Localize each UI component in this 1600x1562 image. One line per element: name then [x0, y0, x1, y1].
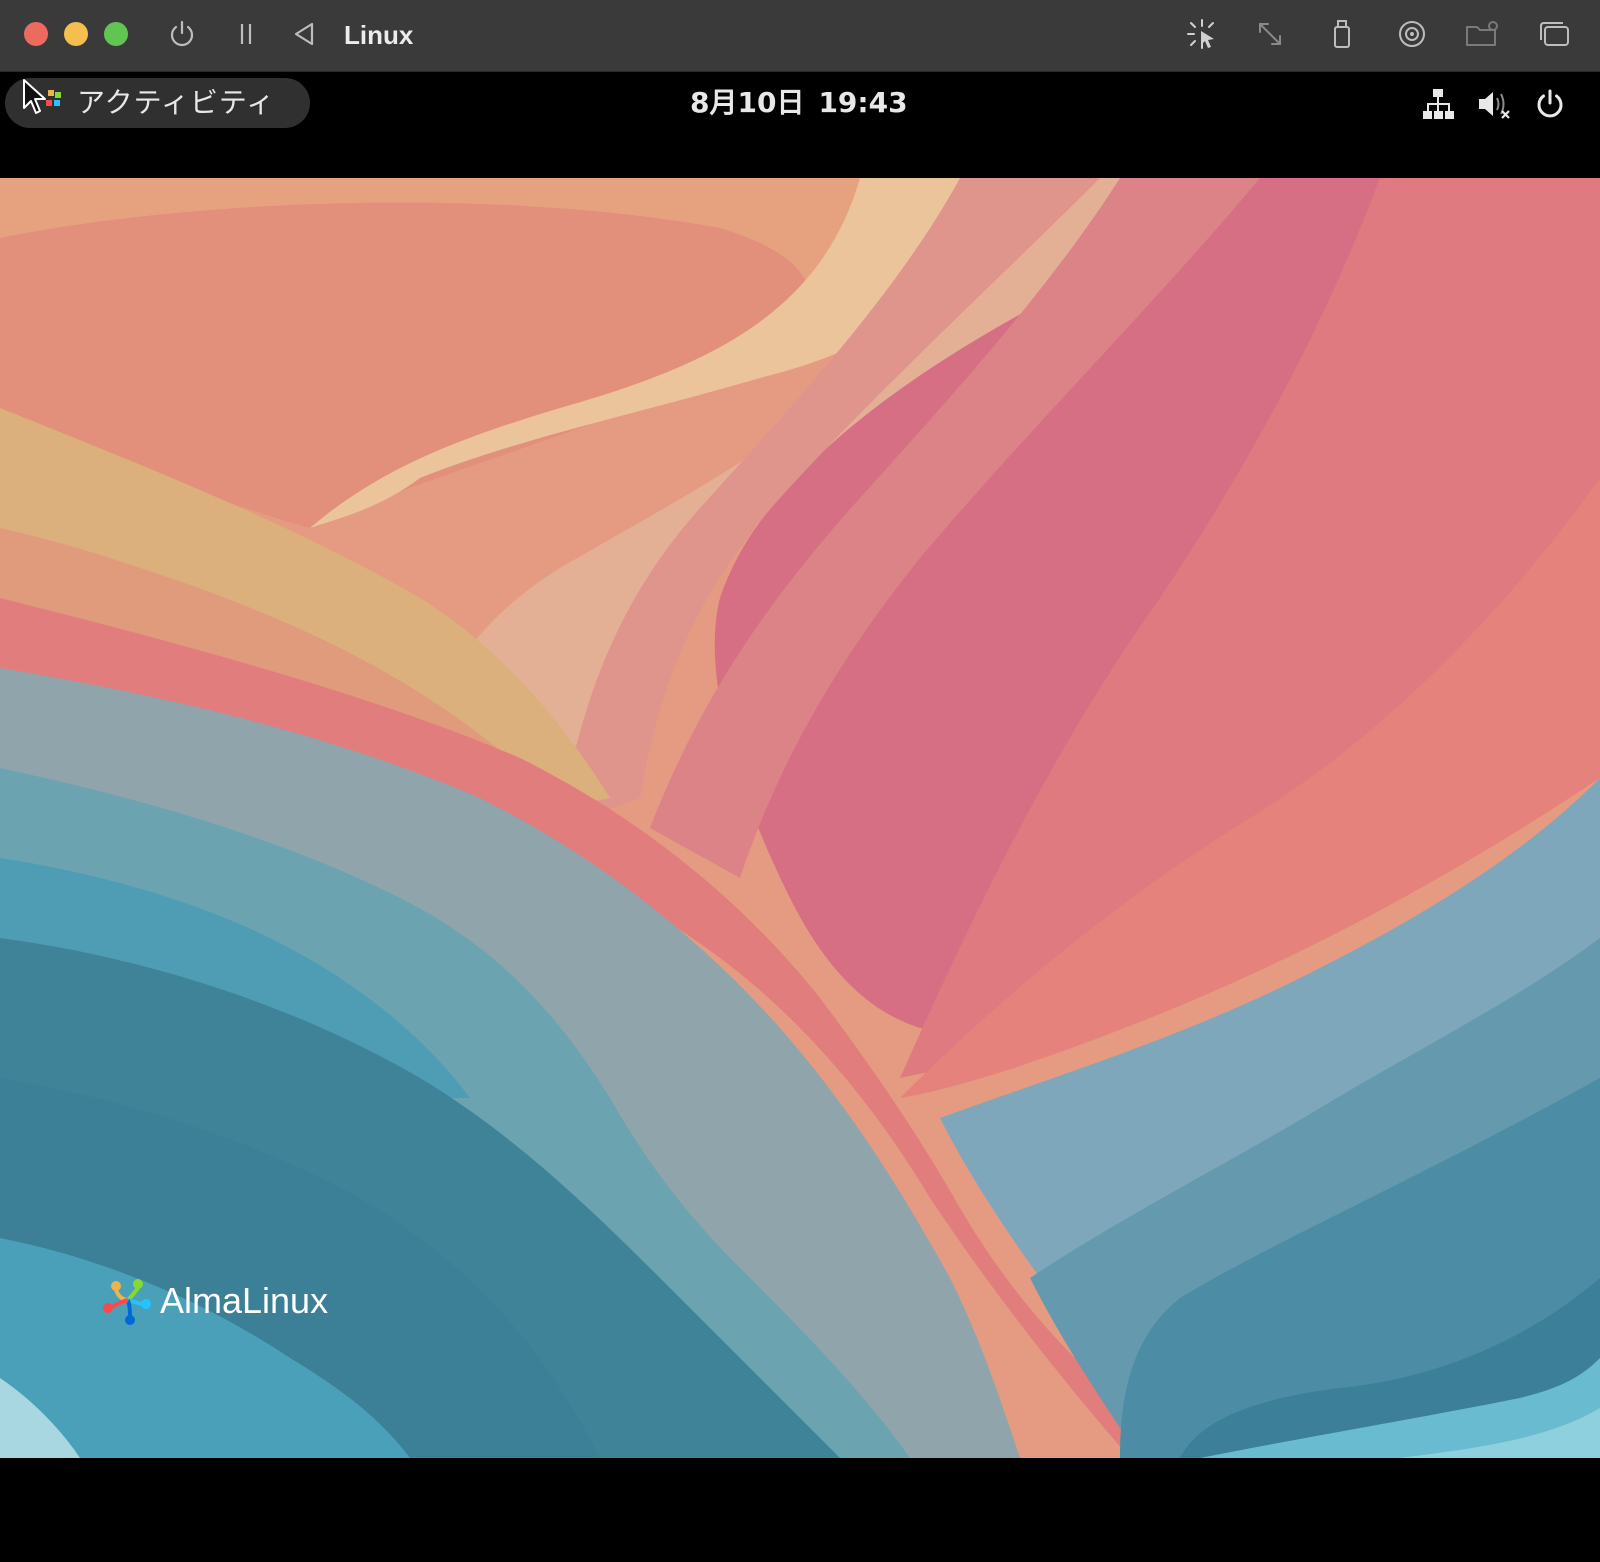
- back-icon[interactable]: [286, 16, 322, 52]
- system-power-icon[interactable]: [1530, 84, 1570, 124]
- minimize-window-button[interactable]: [64, 22, 88, 46]
- capture-pointer-icon[interactable]: [1184, 16, 1220, 52]
- clock-button[interactable]: 8月10日 19:43: [690, 82, 908, 124]
- disc-icon[interactable]: [1394, 16, 1430, 52]
- network-icon[interactable]: [1418, 84, 1458, 124]
- close-window-button[interactable]: [24, 22, 48, 46]
- wallpaper-image: [0, 178, 1600, 1458]
- vm-window-title: Linux: [344, 20, 414, 50]
- display-bottom-letterbox: [0, 1458, 1600, 1562]
- power-icon[interactable]: [164, 16, 200, 52]
- usb-icon[interactable]: [1324, 16, 1360, 52]
- volume-muted-icon[interactable]: [1474, 84, 1514, 124]
- shared-folder-icon[interactable]: [1464, 16, 1500, 52]
- resize-icon[interactable]: [1252, 16, 1288, 52]
- gnome-top-bar: アクティビティ 8月10日 19:43: [0, 72, 1600, 178]
- almalinux-logo-text: AlmaLinux: [160, 1280, 329, 1321]
- desktop-wallpaper: AlmaLinux: [0, 178, 1600, 1458]
- activities-label: アクティビティ: [77, 86, 276, 119]
- vm-window-titlebar: Linux: [0, 0, 1600, 72]
- pause-icon[interactable]: [228, 16, 264, 52]
- almalinux-logo-mark: [103, 1279, 151, 1325]
- clock-date: 8月10日: [690, 86, 805, 119]
- window-icon[interactable]: [1536, 16, 1572, 52]
- almalinux-logo: AlmaLinux: [100, 1271, 328, 1331]
- mouse-cursor-icon: [22, 78, 64, 122]
- clock-time: 19:43: [818, 86, 908, 119]
- maximize-window-button[interactable]: [104, 22, 128, 46]
